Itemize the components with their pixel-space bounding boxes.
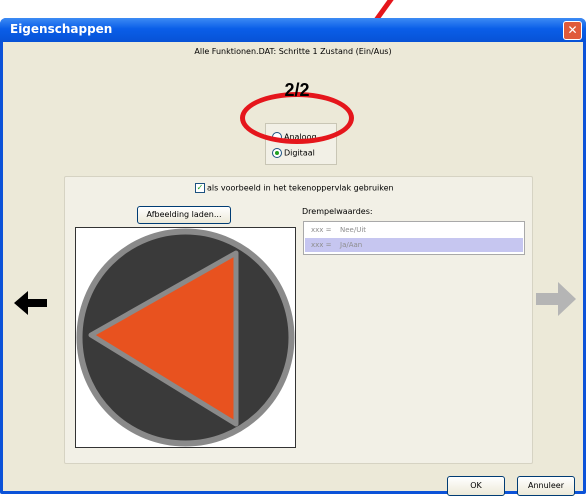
title-bar: Eigenschappen ✕ bbox=[0, 18, 586, 42]
list-item-selected[interactable]: xxx = Ja/Aan bbox=[305, 238, 523, 252]
threshold-list[interactable]: xxx = Nee/Uit xxx = Ja/Aan bbox=[303, 221, 525, 255]
next-button[interactable] bbox=[534, 282, 576, 320]
arrow-left-icon bbox=[14, 291, 47, 315]
list-item[interactable]: xxx = Nee/Uit bbox=[305, 223, 523, 237]
close-icon: ✕ bbox=[567, 23, 578, 37]
radio-digitaal-label: Digitaal bbox=[284, 148, 315, 158]
preview-checkbox-label: als voorbeeld in het tekenoppervlak gebr… bbox=[207, 183, 394, 193]
arrow-right-icon bbox=[536, 282, 576, 316]
threshold-key: xxx = bbox=[311, 241, 332, 249]
function-subtitle: Alle Funktionen.DAT: Schritte 1 Zustand … bbox=[194, 47, 392, 56]
threshold-value: Nee/Uit bbox=[340, 226, 367, 234]
prev-button[interactable] bbox=[14, 290, 48, 320]
image-preview bbox=[75, 227, 296, 448]
preview-panel: ✓ als voorbeeld in het tekenoppervlak geb… bbox=[64, 176, 533, 464]
radio-selected-icon bbox=[272, 148, 282, 158]
step-counter: 2/2 bbox=[284, 80, 310, 100]
ok-button[interactable]: OK bbox=[447, 476, 505, 496]
dialog-body: Alle Funktionen.DAT: Schritte 1 Zustand … bbox=[3, 42, 583, 496]
threshold-value: Ja/Aan bbox=[340, 241, 363, 249]
close-button[interactable]: ✕ bbox=[563, 21, 582, 40]
window-title: Eigenschappen bbox=[10, 22, 113, 36]
cancel-button[interactable]: Annuleer bbox=[517, 476, 575, 496]
preview-checkbox-row[interactable]: ✓ als voorbeeld in het tekenoppervlak geb… bbox=[195, 183, 394, 193]
properties-dialog: Eigenschappen ✕ Alle Funktionen.DAT: Sch… bbox=[0, 18, 586, 496]
load-image-button[interactable]: Afbeelding laden... bbox=[137, 206, 231, 224]
orange-triangle-image bbox=[76, 228, 295, 447]
threshold-key: xxx = bbox=[311, 226, 332, 234]
threshold-label: Drempelwaardes: bbox=[302, 207, 373, 216]
checkbox-checked-icon[interactable]: ✓ bbox=[195, 183, 205, 193]
radio-digitaal[interactable]: Digitaal bbox=[272, 148, 315, 158]
